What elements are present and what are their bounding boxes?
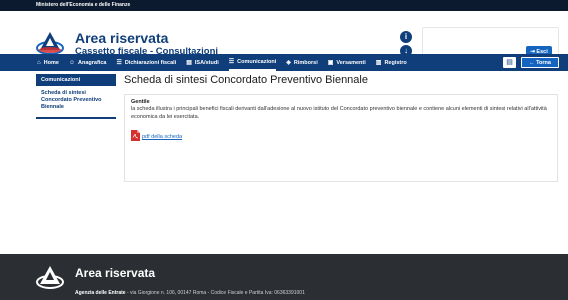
chart-icon: ▤ bbox=[186, 60, 192, 66]
nav-label: Dichiarazioni fiscali bbox=[124, 59, 177, 66]
footer-agency: Agenzia delle Entrate bbox=[75, 290, 126, 296]
nav-item-anagrafica[interactable]: ☺ Anagrafica bbox=[69, 54, 107, 71]
nav-item-comunicazioni[interactable]: ☰ Comunicazioni bbox=[228, 54, 277, 71]
document-icon: ☰ bbox=[228, 59, 235, 65]
torna-button[interactable]: ← Torna bbox=[521, 57, 559, 68]
nav-label: ISA/studi bbox=[194, 59, 219, 66]
home-icon: ⌂ bbox=[37, 59, 41, 66]
sidebar-heading: Comunicazioni bbox=[36, 74, 116, 86]
ministry-label: Ministero dell'Economia e delle Finanze bbox=[36, 2, 131, 8]
print-icon[interactable]: ▤ bbox=[503, 57, 516, 68]
payment-icon: ▣ bbox=[327, 60, 334, 66]
footer-info: Agenzia delle Entrate - via Giorgione n.… bbox=[75, 290, 305, 296]
agency-logo-icon bbox=[36, 266, 64, 289]
sidebar-item-scheda-sintesi[interactable]: Scheda di sintesi Concordato Preventivo … bbox=[41, 90, 111, 111]
nav-item-dichiarazioni[interactable]: ☰ Dichiarazioni fiscali bbox=[116, 54, 176, 71]
user-icon: ☺ bbox=[68, 59, 76, 66]
nav-label: Anagrafica bbox=[78, 59, 107, 66]
card-body-text: la scheda illustra i principali benefici… bbox=[131, 106, 547, 120]
nav-label: Rimborsi bbox=[293, 59, 318, 66]
main-nav: ⌂ Home ☺ Anagrafica ☰ Dichiarazioni fiscali… bbox=[0, 54, 568, 71]
main-content: Scheda di sintesi Concordato Preventivo … bbox=[124, 74, 558, 182]
sidebar: Comunicazioni Scheda di sintesi Concorda… bbox=[36, 74, 116, 119]
greeting: Gentile bbox=[131, 99, 150, 105]
nav-items: ⌂ Home ☺ Anagrafica ☰ Dichiarazioni fiscali… bbox=[37, 54, 417, 71]
nav-label: Versamenti bbox=[336, 59, 366, 66]
document-icon: ☰ bbox=[116, 60, 122, 66]
nav-label: Home bbox=[43, 59, 59, 66]
nav-item-versamenti[interactable]: ▣ Versamenti bbox=[328, 54, 366, 71]
info-icon[interactable]: i bbox=[400, 31, 412, 43]
header: Area riservata Cassetto fiscale - Consul… bbox=[0, 11, 568, 61]
footer-address: - via Giorgione n. 106, 00147 Roma - Cod… bbox=[125, 290, 305, 296]
info-card: Gentile la scheda illustra i principali … bbox=[124, 94, 558, 182]
app-title: Area riservata bbox=[75, 30, 169, 46]
nav-item-rimborsi[interactable]: ◈ Rimborsi bbox=[286, 54, 317, 71]
refund-icon: ◈ bbox=[286, 60, 291, 66]
pdf-download-link[interactable]: pdf della scheda bbox=[142, 134, 182, 140]
nav-label: Registro bbox=[384, 59, 407, 66]
footer-title: Area riservata bbox=[75, 266, 156, 280]
footer: Area riservata Agenzia delle Entrate - v… bbox=[0, 254, 568, 300]
pdf-icon[interactable] bbox=[131, 130, 140, 141]
nav-label: Comunicazioni bbox=[237, 58, 277, 65]
ministry-bar: Ministero dell'Economia e delle Finanze bbox=[0, 0, 568, 11]
nav-item-isa-studi[interactable]: ▤ ISA/studi bbox=[186, 54, 219, 71]
torna-label: Torna bbox=[536, 60, 551, 66]
register-icon: ▥ bbox=[375, 60, 382, 66]
nav-item-home[interactable]: ⌂ Home bbox=[37, 54, 59, 71]
page-title: Scheda di sintesi Concordato Preventivo … bbox=[124, 74, 368, 86]
nav-item-registro[interactable]: ▥ Registro bbox=[376, 54, 407, 71]
sidebar-body: Scheda di sintesi Concordato Preventivo … bbox=[36, 86, 116, 119]
